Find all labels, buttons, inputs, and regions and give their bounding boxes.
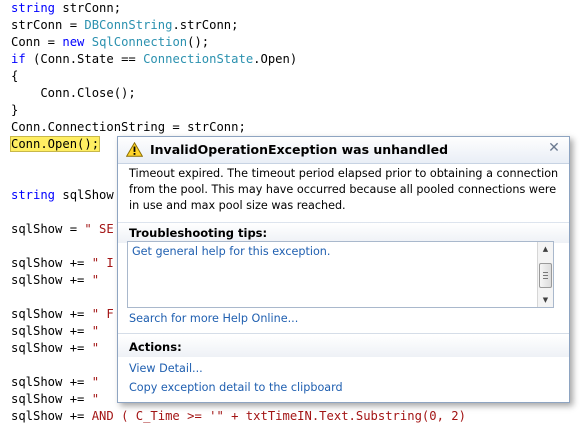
grip-line xyxy=(543,272,548,273)
copy-exception-detail-link[interactable]: Copy exception detail to the clipboard xyxy=(129,381,343,394)
code-token: sqlShow xyxy=(55,188,114,202)
tips-scrollbar[interactable]: ▲ ▼ xyxy=(537,242,553,307)
code-token: (Conn.State == xyxy=(25,52,144,66)
actions-header: Actions: xyxy=(118,335,569,357)
view-detail-link[interactable]: View Detail... xyxy=(129,362,203,375)
code-line: sqlShow += AND ( C_Time >= '" + txtTimeI… xyxy=(11,408,466,425)
code-line: string sqlShow xyxy=(11,187,114,204)
code-token: sqlShow += xyxy=(11,392,92,406)
code-token: sqlShow += xyxy=(11,324,92,338)
string-token: " xyxy=(91,375,100,389)
code-line: } xyxy=(11,103,19,117)
keyword-token: new xyxy=(62,35,85,49)
string-token: " xyxy=(91,392,100,406)
type-token: DBConnString xyxy=(84,18,173,32)
code-line: Conn.Close(); xyxy=(11,86,136,100)
code-line: { xyxy=(11,69,19,83)
code-token: sqlShow += xyxy=(11,375,92,389)
code-token: sqlShow = xyxy=(11,222,85,236)
popup-header: InvalidOperationException was unhandled … xyxy=(118,137,569,164)
troubleshooting-header: Troubleshooting tips: xyxy=(118,222,569,243)
string-token: AND ( C_Time >= '" + txtTimeIN.Text.Subs… xyxy=(91,409,466,423)
exception-title: InvalidOperationException was unhandled xyxy=(150,142,449,157)
code-line: sqlShow += " I xyxy=(11,255,114,272)
type-token: ConnectionState xyxy=(143,52,254,66)
code-token: .Open) xyxy=(253,52,298,66)
code-line: string strConn; xyxy=(11,0,121,17)
search-help-online-link[interactable]: Search for more Help Online... xyxy=(129,312,298,325)
keyword-token: if xyxy=(11,52,26,66)
code-token: .strConn; xyxy=(172,18,239,32)
troubleshooting-tips-list[interactable]: Get general help for this exception. ▲ ▼ xyxy=(127,241,554,308)
string-token: " xyxy=(91,324,100,338)
string-token: " SE xyxy=(84,222,114,236)
code-line: sqlShow = " SE xyxy=(11,221,114,238)
current-statement-highlight[interactable]: Conn.Open(); xyxy=(9,136,101,152)
actions-title: Actions: xyxy=(129,340,182,354)
code-line: Conn.ConnectionString = strConn; xyxy=(11,120,246,134)
warning-triangle-icon xyxy=(126,142,143,157)
code-token: strConn = xyxy=(11,18,85,32)
code-token: Conn = xyxy=(11,35,63,49)
current-statement-line: Conn.Open(); xyxy=(9,136,101,153)
code-token: sqlShow += xyxy=(11,273,92,287)
exception-message: Timeout expired. The timeout period elap… xyxy=(129,167,559,212)
code-line: sqlShow += " xyxy=(11,391,99,408)
keyword-token: string xyxy=(11,1,56,15)
code-line: sqlShow += " xyxy=(11,374,99,391)
tip-link[interactable]: Get general help for this exception. xyxy=(132,245,330,258)
type-token: SqlConnection xyxy=(91,35,188,49)
code-line: sqlShow += " xyxy=(11,272,99,289)
string-token: " I xyxy=(91,256,114,270)
code-token: (); xyxy=(187,35,210,49)
exception-assistant-popup: InvalidOperationException was unhandled … xyxy=(117,136,570,403)
close-icon[interactable]: ✕ xyxy=(547,140,561,156)
code-line: Conn = new SqlConnection(); xyxy=(11,34,209,51)
string-token: " xyxy=(91,341,100,355)
troubleshooting-title: Troubleshooting tips: xyxy=(129,226,268,240)
scrollbar-thumb[interactable] xyxy=(539,263,552,288)
code-line: if (Conn.State == ConnectionState.Open) xyxy=(11,51,297,68)
code-token: sqlShow += xyxy=(11,256,92,270)
grip-line xyxy=(543,275,548,276)
string-token: " F xyxy=(91,307,114,321)
code-line: strConn = DBConnString.strConn; xyxy=(11,17,238,34)
divider xyxy=(118,333,569,334)
code-token: sqlShow += xyxy=(11,341,92,355)
scroll-down-arrow-icon[interactable]: ▼ xyxy=(540,294,551,306)
string-token: " xyxy=(91,273,100,287)
grip-line xyxy=(543,278,548,279)
code-token: strConn; xyxy=(55,1,122,15)
code-line: sqlShow += " xyxy=(11,323,99,340)
code-line: sqlShow += " xyxy=(11,340,99,357)
code-line: sqlShow += " F xyxy=(11,306,114,323)
scroll-up-arrow-icon[interactable]: ▲ xyxy=(540,243,551,255)
code-token: sqlShow += xyxy=(11,409,92,423)
keyword-token: string xyxy=(11,188,56,202)
code-token: sqlShow += xyxy=(11,307,92,321)
